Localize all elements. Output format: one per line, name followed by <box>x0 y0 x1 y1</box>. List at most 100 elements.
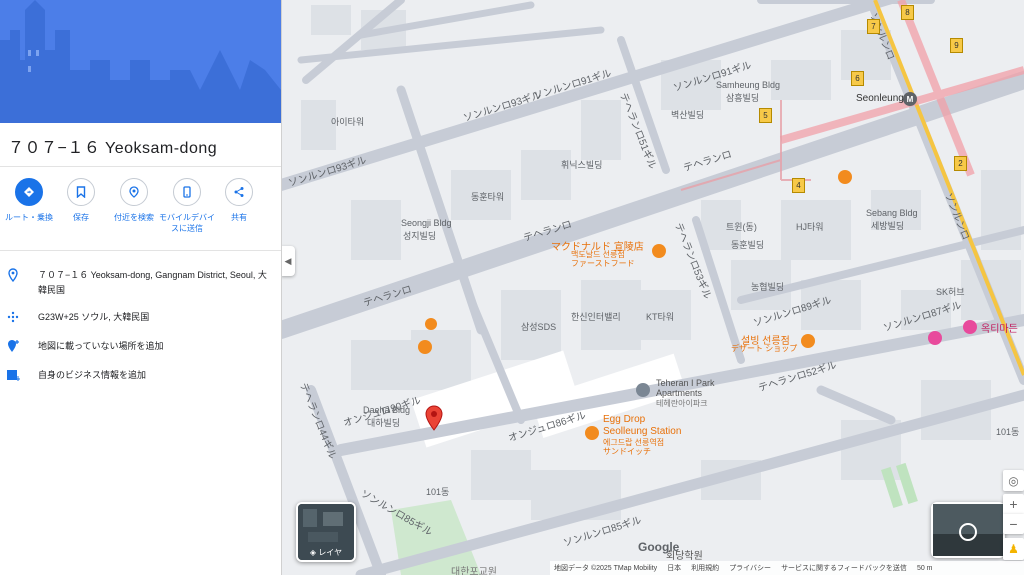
building-label: 삼흥빌딩 <box>726 93 760 103</box>
poi-seolbing-category: デザート ショップ <box>731 344 798 353</box>
zoom-in-button[interactable]: + <box>1003 494 1024 514</box>
directions-label: ルート・乗換 <box>5 213 53 222</box>
poi-teheran-korean: 테헤란아이파크 <box>656 399 708 408</box>
poi-restaurant-icon[interactable] <box>652 244 666 258</box>
google-logo: Google <box>638 540 680 554</box>
share-label: 共有 <box>231 213 247 222</box>
poi-cafe-icon[interactable] <box>585 426 599 440</box>
search-nearby-button[interactable]: 付近を検索 <box>106 178 162 223</box>
collapse-panel-button[interactable]: ◀ <box>281 246 295 276</box>
terms-link[interactable]: 利用規約 <box>691 563 719 573</box>
plus-code-icon <box>6 310 20 324</box>
divider <box>0 250 281 251</box>
building-label: HJ타워 <box>796 222 824 232</box>
save-label: 保存 <box>73 213 89 222</box>
map-canvas[interactable]: ソンルンロ93ギル ソンルンロ93ギル ソンルンロ91ギル ソンルンロ91ギル … <box>281 0 1024 575</box>
poi-teheran-label[interactable]: Teheran I Park <box>656 378 715 388</box>
add-place-icon <box>6 339 20 353</box>
my-location-icon: ◎ <box>1008 473 1019 488</box>
poi-food-icon[interactable] <box>425 318 437 330</box>
plus-code-text: G23W+25 ソウル, 大韓民国 <box>38 312 150 322</box>
building-label: 트윈(동) <box>726 222 757 232</box>
poi-apartment-icon[interactable] <box>636 383 650 397</box>
building-label: 대하빌딩 <box>367 418 401 428</box>
send-to-phone-label: モバイルデバイスに送信 <box>159 213 215 233</box>
feedback-link[interactable]: サービスに関するフィードバックを送信 <box>781 563 907 573</box>
send-to-phone-icon <box>173 178 201 206</box>
street-view-thumbnail[interactable] <box>0 0 281 123</box>
divider <box>0 166 281 167</box>
poi-eggdrop-label-2: Seolleung Station <box>603 426 682 437</box>
building-label: 세방빌딩 <box>871 221 905 231</box>
building-label: Daeha Bldg <box>363 405 411 415</box>
bottom-place-label: 대한포교원 <box>451 567 497 575</box>
exit-number: 6 <box>851 71 864 86</box>
poi-mcdonalds-category: ファーストフード <box>571 259 635 268</box>
poi-eggdrop-category: サンドイッチ <box>603 447 651 456</box>
poi-food-icon[interactable] <box>418 340 432 354</box>
my-location-button[interactable]: ◎ <box>1003 470 1024 491</box>
search-nearby-label: 付近を検索 <box>114 213 154 222</box>
building-label: Sebang Bldg <box>866 208 918 218</box>
exit-number: 7 <box>867 19 880 34</box>
building-label: 농협빌딩 <box>751 282 785 292</box>
poi-dessert-icon[interactable] <box>801 334 815 348</box>
directions-icon <box>15 178 43 206</box>
subway-station-icon[interactable]: M <box>903 92 917 106</box>
location-pin-icon <box>6 268 20 283</box>
building-label: 벽산빌딩 <box>671 110 705 120</box>
street-view-thumbnail-image <box>933 504 1003 556</box>
scale-label[interactable]: 50 m <box>917 565 933 572</box>
poi-teheran-label-2: Apartments <box>656 388 703 398</box>
building-label: 동훈빌딩 <box>731 240 765 250</box>
poi-store-icon[interactable] <box>963 320 977 334</box>
station-label: Seonleung <box>856 93 904 104</box>
building-label: SK허브 <box>936 287 965 297</box>
address-text: ７０７−１６ Yeoksam-dong, Gangnam District, S… <box>38 270 267 295</box>
poi-eggdrop-label[interactable]: Egg Drop <box>603 414 645 425</box>
chevron-left-icon: ◀ <box>284 255 292 266</box>
building-label: 동훈타워 <box>471 192 505 202</box>
map-data-credit: 地図データ ©2025 TMap Mobility <box>554 565 658 572</box>
street-view-preview[interactable] <box>931 502 1005 558</box>
building-label: 휘닉스빌딩 <box>561 160 603 170</box>
exit-number: 2 <box>954 156 967 171</box>
share-icon <box>225 178 253 206</box>
poi-okdo-label[interactable]: 옥티마든 <box>981 320 1018 335</box>
pegman-button[interactable]: ♟ <box>1003 538 1024 560</box>
directions-button[interactable]: ルート・乗換 <box>1 178 57 223</box>
exit-number: 5 <box>759 108 772 123</box>
nearby-search-icon <box>120 178 148 206</box>
layers-label: レイヤ <box>318 548 343 557</box>
building-label: KT타워 <box>646 312 675 322</box>
add-business-icon <box>6 368 20 382</box>
place-panel: ７０７−１６ Yeoksam-dong ルート・乗換 保存 付近を検索 モバイル… <box>0 0 282 575</box>
region-link[interactable]: 日本 <box>667 563 681 573</box>
building-label: Seongji Bldg <box>401 218 452 228</box>
poi-shop-icon[interactable] <box>928 331 942 345</box>
send-to-phone-button[interactable]: モバイルデバイスに送信 <box>159 178 215 234</box>
building-label: 아이타워 <box>331 117 365 127</box>
zoom-out-button[interactable]: − <box>1003 514 1024 534</box>
share-button[interactable]: 共有 <box>211 178 267 223</box>
map-footer: 地図データ ©2025 TMap Mobility 日本 利用規約 プライバシー… <box>550 561 1024 575</box>
save-button[interactable]: 保存 <box>53 178 109 223</box>
building-label: Samheung Bldg <box>716 80 781 90</box>
building-label: 한신인터밸리 <box>571 312 621 322</box>
add-business-text: 自身のビジネス情報を追加 <box>38 370 147 380</box>
exit-number: 8 <box>901 5 914 20</box>
bookmark-icon <box>67 178 95 206</box>
place-title: ７０７−１６ Yeoksam-dong <box>8 140 218 157</box>
add-missing-place-text: 地図に載っていない場所を追加 <box>38 341 164 351</box>
building-label: 성지빌딩 <box>403 231 437 241</box>
minus-icon: − <box>1009 516 1018 532</box>
building-label: 삼성SDS <box>521 322 557 332</box>
selected-location-pin-icon[interactable] <box>425 405 443 436</box>
pegman-icon: ♟ <box>1008 542 1019 556</box>
layers-icon: ◈ <box>309 548 317 557</box>
privacy-link[interactable]: プライバシー <box>729 563 771 573</box>
building-label: 101동 <box>996 427 1020 437</box>
exit-number: 9 <box>950 38 963 53</box>
poi-coffee-icon[interactable] <box>838 170 852 184</box>
layers-button[interactable]: ◈ レイヤ <box>296 502 356 562</box>
